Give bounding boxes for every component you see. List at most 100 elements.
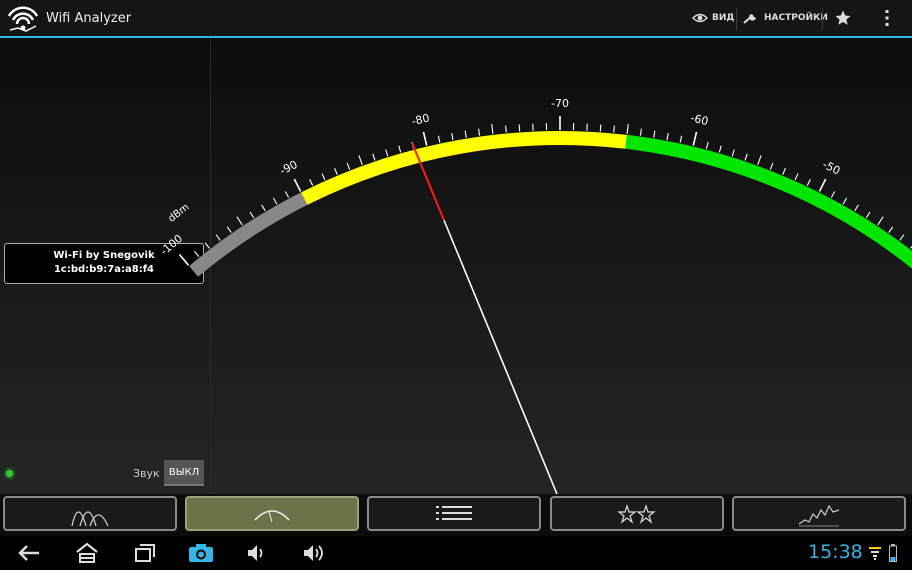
gauge-tick <box>215 234 221 241</box>
volume-up-button[interactable] <box>300 540 330 566</box>
gauge-tick <box>782 167 786 175</box>
gauge-tick <box>842 197 848 205</box>
gauge-zone-2 <box>625 134 912 269</box>
overflow-menu-button[interactable] <box>884 0 890 36</box>
gauge-tick <box>865 211 871 219</box>
wifi-app-icon[interactable] <box>6 4 40 34</box>
gauge-tick-label: -100 <box>158 232 185 258</box>
gauge-tick <box>666 133 669 141</box>
volume-down-icon <box>248 545 263 561</box>
screenshot-button[interactable] <box>186 540 216 566</box>
gauge-tick <box>692 131 698 146</box>
gauge-tick <box>464 130 467 138</box>
wrench-icon <box>743 14 756 24</box>
gauge-tick <box>451 133 454 141</box>
star-icon <box>835 10 851 25</box>
gauge-tick-label: -50 <box>820 158 842 178</box>
gauge-tick <box>204 242 210 249</box>
clock: 15:38 <box>808 541 863 563</box>
gauge-tick <box>334 167 338 175</box>
volume-down-button[interactable] <box>244 540 270 566</box>
gauge-tick <box>769 162 774 170</box>
gauge-tick <box>249 211 255 219</box>
gauge-tick <box>194 250 200 258</box>
back-icon <box>18 545 39 561</box>
battery-icon <box>889 544 897 562</box>
gauge-tick <box>705 141 709 149</box>
signal-gauge: -100-90-80-70-60-50-40dBm <box>158 97 912 494</box>
wifi-status <box>868 540 882 566</box>
settings-button[interactable]: НАСТРОЙКИ <box>742 0 828 36</box>
favorite-button[interactable] <box>834 0 852 36</box>
channel-graph-icon <box>71 510 109 526</box>
gauge-tick <box>309 179 314 186</box>
gauge-tick <box>385 149 389 157</box>
gauge-tick <box>653 130 656 138</box>
gauge-tick <box>226 226 232 233</box>
action-bar: Wifi Analyzer ВИД НАСТРОЙКИ <box>0 0 912 38</box>
tab-channel-graph[interactable] <box>3 496 177 531</box>
battery-status <box>886 540 900 566</box>
view-tabs <box>0 494 912 536</box>
gauge-tick <box>679 135 683 143</box>
gauge-tick <box>284 191 290 198</box>
tab-channel-rating[interactable] <box>550 496 724 531</box>
eye-icon <box>692 13 708 23</box>
view-button[interactable]: ВИД <box>692 0 734 36</box>
gauge-tick-label: -80 <box>410 111 430 128</box>
gauge-tick <box>236 216 243 226</box>
gauge-tick <box>877 216 884 226</box>
app-title: Wifi Analyzer <box>46 11 132 26</box>
gauge-tick <box>422 131 428 146</box>
main-content: Wi-Fi by Snegovik 1c:bd:b9:7a:a8:f4 Звук… <box>0 38 912 494</box>
gauge-tick <box>272 197 278 205</box>
gauge-tick <box>358 155 363 166</box>
gauge-tick <box>505 125 507 133</box>
gauge-tick <box>398 145 402 153</box>
tab-signal-meter[interactable] <box>185 496 359 531</box>
volume-up-icon <box>304 545 323 561</box>
recent-apps-icon <box>135 544 155 562</box>
gauge-tick <box>731 149 735 157</box>
camera-icon <box>189 544 213 562</box>
gauge-tick <box>372 153 376 161</box>
stars-icon <box>617 503 656 524</box>
gauge-tick <box>718 145 722 153</box>
gauge-tick <box>613 125 615 133</box>
gauge-tick <box>794 173 799 181</box>
back-button[interactable] <box>14 540 44 566</box>
gauge-tick <box>626 123 629 134</box>
time-graph-icon <box>798 504 840 526</box>
gauge-tick <box>818 178 827 192</box>
gauge-tick <box>261 204 266 212</box>
gauge-tick <box>346 162 351 170</box>
meter-icon <box>254 509 290 522</box>
gauge-tick <box>293 178 302 192</box>
divider <box>822 8 823 30</box>
recents-button[interactable] <box>130 540 160 566</box>
gauge-tick <box>899 234 905 241</box>
gauge-tick-label: -90 <box>278 158 300 178</box>
divider <box>736 8 737 30</box>
gauge-tick <box>491 123 494 134</box>
tab-time-graph[interactable] <box>732 496 906 531</box>
system-bar <box>0 536 912 570</box>
settings-label: НАСТРОЙКИ <box>764 13 828 23</box>
wifi-signal-icon <box>869 547 881 560</box>
gauge-tick <box>437 135 441 143</box>
gauge-tick <box>757 155 762 166</box>
tab-ap-list[interactable] <box>367 496 541 531</box>
gauge-unit-label: dBm <box>167 202 192 225</box>
gauge-tick <box>806 179 811 186</box>
gauge-tick <box>744 153 748 161</box>
gauge-tick <box>854 204 859 212</box>
gauge-tick <box>888 226 894 233</box>
home-button[interactable] <box>72 540 102 566</box>
view-label: ВИД <box>712 13 735 23</box>
list-icon <box>436 505 472 520</box>
gauge-tick <box>178 253 190 266</box>
gauge-needle-shaft <box>443 219 558 494</box>
gauge-tick-label: -70 <box>551 97 569 110</box>
gauge-tick <box>321 173 326 181</box>
gauge-zone-0 <box>189 192 308 277</box>
